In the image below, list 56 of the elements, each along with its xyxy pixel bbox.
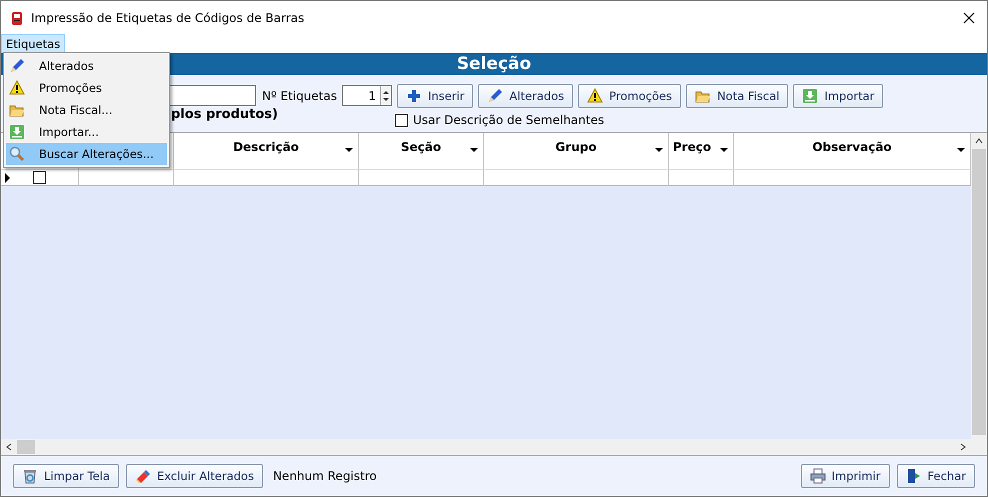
- dropdown-arrow-icon[interactable]: [470, 148, 478, 152]
- row-pointer-icon: [5, 173, 10, 183]
- scroll-right-icon[interactable]: [959, 443, 967, 451]
- plus-icon: [406, 88, 422, 104]
- toolbar-button[interactable]: Importar: [793, 84, 884, 108]
- printer-icon: [810, 468, 826, 484]
- scroll-left-icon[interactable]: [5, 443, 13, 451]
- search-icon: [9, 146, 25, 162]
- row-checkbox[interactable]: [33, 171, 46, 184]
- footer-button[interactable]: Fechar: [896, 464, 975, 488]
- app-icon: [9, 10, 25, 26]
- scrollbar-thumb[interactable]: [17, 440, 35, 454]
- pencil-icon: [9, 58, 25, 74]
- dropdown-arrow-icon[interactable]: [720, 148, 728, 152]
- scrollbar-thumb[interactable]: [972, 149, 986, 435]
- dropdown-arrow-icon[interactable]: [655, 148, 663, 152]
- column-header[interactable]: Descrição: [233, 140, 299, 154]
- similar-checkbox[interactable]: Usar Descrição de Semelhantes: [395, 113, 604, 127]
- toolbar-button[interactable]: Promoções: [578, 84, 682, 108]
- menu-item[interactable]: Alterados: [6, 55, 167, 77]
- footer-button[interactable]: Imprimir: [800, 464, 890, 488]
- menu-item[interactable]: Promoções: [6, 77, 167, 99]
- status-text: Nenhum Registro: [272, 469, 377, 483]
- door-icon: [906, 468, 922, 484]
- search-field[interactable]: [168, 85, 256, 106]
- toolbar-button[interactable]: Inserir: [396, 84, 474, 108]
- close-icon[interactable]: [963, 12, 975, 24]
- toolbar-button[interactable]: Nota Fiscal: [686, 84, 788, 108]
- download-icon: [9, 124, 25, 140]
- column-header[interactable]: Grupo: [555, 140, 597, 154]
- search-hint: plos produtos): [171, 106, 279, 122]
- footer-button[interactable]: Excluir Alterados: [126, 464, 263, 488]
- quantity-spinner[interactable]: 1: [342, 85, 392, 106]
- menu-item[interactable]: Importar...: [6, 121, 167, 143]
- dropdown-arrow-icon[interactable]: [345, 148, 353, 152]
- footer-button[interactable]: Limpar Tela: [13, 464, 119, 488]
- menu-item[interactable]: Etiquetas: [1, 34, 66, 53]
- table-cell: [669, 169, 734, 186]
- scroll-up-icon[interactable]: [975, 137, 983, 145]
- vertical-scrollbar[interactable]: [971, 133, 987, 455]
- toolbar-button[interactable]: Alterados: [478, 84, 574, 108]
- window-title: Impressão de Etiquetas de Códigos de Barras: [31, 10, 304, 24]
- recycle-bin-icon: [22, 468, 38, 484]
- quantity-label: Nº Etiquetas: [262, 88, 337, 102]
- eraser-icon: [134, 468, 151, 484]
- dropdown-arrow-icon[interactable]: [957, 148, 965, 152]
- column-header[interactable]: Preço: [672, 140, 712, 154]
- column-header[interactable]: Observação: [812, 140, 892, 154]
- download-icon: [802, 88, 818, 104]
- warning-icon: [587, 88, 604, 104]
- menu-item[interactable]: Buscar Alterações...: [6, 143, 167, 165]
- warning-icon: [9, 80, 25, 96]
- menu-item[interactable]: Nota Fiscal...: [6, 99, 167, 121]
- horizontal-scrollbar[interactable]: [1, 439, 971, 455]
- column-header[interactable]: Seção: [400, 140, 442, 154]
- pencil-icon: [487, 88, 504, 104]
